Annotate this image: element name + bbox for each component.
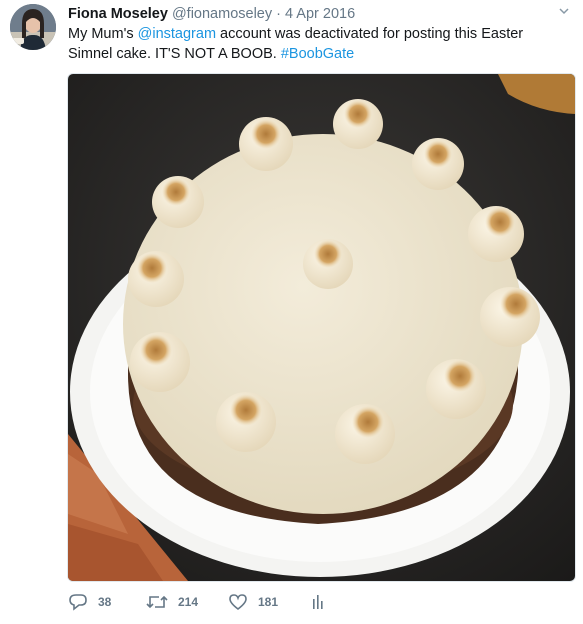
tweet-photo[interactable] <box>67 73 576 582</box>
heart-icon <box>229 594 247 611</box>
mention-link[interactable]: @instagram <box>138 26 216 42</box>
analytics-icon <box>313 595 323 609</box>
author-name[interactable]: Fiona Moseley <box>68 6 168 22</box>
retweet-icon <box>146 595 168 609</box>
tweet-date[interactable]: 4 Apr 2016 <box>285 6 355 22</box>
tweet-text-part1: My Mum's <box>68 26 138 42</box>
avatar[interactable] <box>10 4 56 50</box>
reply-button[interactable]: 38 <box>68 592 111 612</box>
retweet-count: 214 <box>178 595 199 609</box>
like-count: 181 <box>258 595 279 609</box>
hashtag-link[interactable]: #BoobGate <box>281 46 354 62</box>
tweet: Fiona Moseley @fionamoseley · 4 Apr 2016… <box>0 0 583 624</box>
more-options-button[interactable] <box>557 4 571 18</box>
author-handle[interactable]: @fionamoseley <box>172 6 272 22</box>
chevron-down-icon <box>559 8 569 15</box>
tweet-actions: 38 214 181 <box>68 592 568 612</box>
retweet-button[interactable]: 214 <box>146 592 198 612</box>
analytics-button[interactable] <box>310 592 326 612</box>
separator: · <box>276 6 281 22</box>
reply-icon <box>69 594 87 611</box>
avatar-photo <box>10 4 56 50</box>
tweet-text: My Mum's @instagram account was deactiva… <box>68 24 568 64</box>
like-button[interactable]: 181 <box>228 592 278 612</box>
reply-count: 38 <box>98 595 112 609</box>
tweet-header: Fiona Moseley @fionamoseley · 4 Apr 2016 <box>68 4 355 24</box>
simnel-cake-photo <box>68 74 575 581</box>
